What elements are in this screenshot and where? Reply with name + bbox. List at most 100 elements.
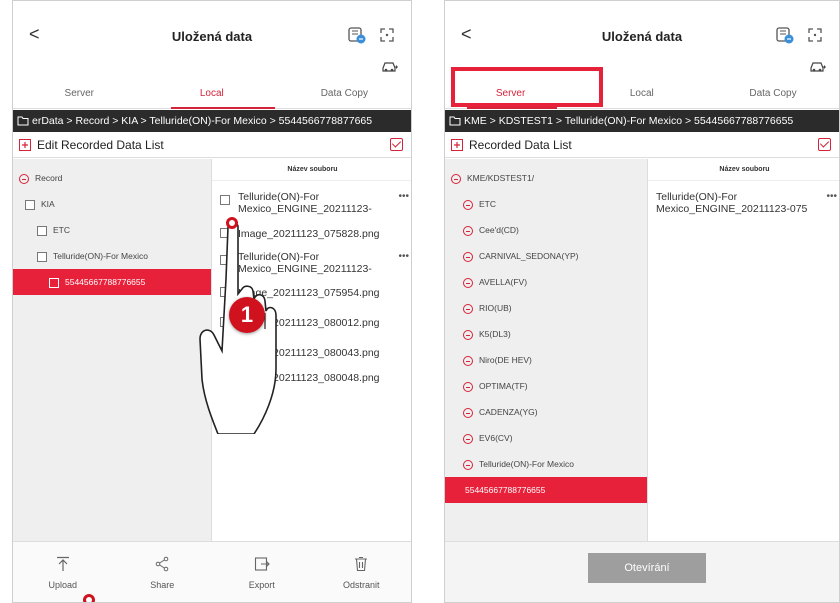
collapse-icon [463,381,473,392]
tree-item-label: Telluride(ON)-For Mexico [53,251,148,261]
breadcrumb: erData > Record > KIA > Telluride(ON)-Fo… [13,110,411,132]
tree-item-label: 55445667788776655 [65,277,146,287]
app-header: < Uložená data [13,1,411,72]
file-item[interactable]: Telluride(ON)-For Mexico_ENGINE_20211123… [212,191,411,215]
share-label: Share [150,580,175,590]
file-list-header: Název souboru [212,159,411,181]
tree-item-telluride[interactable]: Telluride(ON)-For Mexico [445,451,647,477]
tree-item-label: EV6(CV) [479,433,513,443]
tree-item[interactable]: ETC [445,191,647,217]
tree-item[interactable]: OPTIMA(TF) [445,373,647,399]
tab-local[interactable]: Local [146,81,279,107]
vehicle-icon[interactable] [381,59,399,73]
open-button[interactable]: Otevírání [588,553,706,583]
server-tab-highlight [451,67,603,107]
breadcrumb-path: KME > KDSTEST1 > Telluride(ON)-For Mexic… [464,115,794,127]
scan-settings-icon[interactable] [347,25,367,45]
delete-label: Odstranit [342,580,380,590]
more-icon[interactable]: ••• [398,191,409,203]
tree-item[interactable]: Cee'd(CD) [445,217,647,243]
more-icon[interactable]: ••• [826,191,837,203]
tree-item[interactable]: RIO(UB) [445,295,647,321]
tab-data-copy[interactable]: Data Copy [707,81,838,107]
tree-item-label: K5(DL3) [479,329,511,339]
export-icon [254,557,270,571]
tree-item-telluride[interactable]: Telluride(ON)-For Mexico [13,243,211,269]
storage-tabs: Server Local Data Copy [13,81,411,109]
checkbox[interactable] [49,277,59,288]
share-button[interactable]: Share [113,556,213,590]
select-all-checkbox[interactable] [818,138,831,151]
tree-item-vin[interactable]: 55445667788776655 [13,269,211,295]
trash-icon [355,556,368,572]
list-header: Recorded Data List [445,132,839,158]
active-tab-indicator [171,107,275,109]
action-bar: Upload Share Export Odstranit [13,541,412,602]
tree-item-record[interactable]: Record [13,165,211,191]
collapse-icon [463,277,473,288]
scan-settings-icon[interactable] [775,25,795,45]
export-label: Export [248,580,275,590]
tree-item-root[interactable]: KME/KDSTEST1/ [445,165,647,191]
tap-indicator [226,217,238,229]
checkbox[interactable] [37,225,47,236]
file-item[interactable]: Telluride(ON)-For Mexico_ENGINE_20211123… [648,191,839,215]
delete-button[interactable]: Odstranit [312,556,412,590]
tree-item[interactable]: K5(DL3) [445,321,647,347]
tree-item-label: 55445667788776655 [465,485,546,495]
tree-item[interactable]: CADENZA(YG) [445,399,647,425]
tree-item-label: OPTIMA(TF) [479,381,528,391]
folder-tree: Record KIA ETC Telluride(ON)-For Mexico … [13,159,211,541]
checkbox[interactable] [37,251,47,262]
active-tab-indicator [467,107,557,109]
tap-indicator [83,594,95,602]
collapse-icon [451,173,461,184]
tree-item[interactable]: AVELLA(FV) [445,269,647,295]
file-list-header: Název souboru [648,159,839,181]
file-list: Název souboru Telluride(ON)-For Mexico_E… [647,159,839,541]
checkbox[interactable] [25,199,35,210]
fullscreen-icon[interactable] [379,27,395,43]
upload-button[interactable]: Upload [13,556,113,590]
collapse-icon [463,407,473,418]
breadcrumb: KME > KDSTEST1 > Telluride(ON)-For Mexic… [445,110,839,132]
tree-item[interactable]: Niro(DE HEV) [445,347,647,373]
share-icon [155,556,169,572]
checkbox[interactable] [220,195,230,205]
tree-item-label: CARNIVAL_SEDONA(YP) [479,251,579,261]
collapse-icon [463,329,473,340]
collapse-icon [463,199,473,210]
tab-server[interactable]: Server [13,81,146,107]
step-badge: 1 [229,297,265,333]
app-header: < Uložená data [445,1,839,72]
export-button[interactable]: Export [212,556,312,590]
tree-item-vin[interactable]: 55445667788776655 [445,477,647,503]
left-screen: < Uložená data Server Local Data Copy er… [12,0,412,603]
more-icon[interactable]: ••• [398,251,409,263]
tree-item-label: RIO(UB) [479,303,512,313]
breadcrumb-path: erData > Record > KIA > Telluride(ON)-Fo… [32,115,373,127]
tree-item[interactable]: EV6(CV) [445,425,647,451]
fullscreen-icon[interactable] [807,27,823,43]
tree-item-label: Record [35,173,63,183]
tab-data-copy[interactable]: Data Copy [278,81,411,107]
collapse-icon [463,303,473,314]
tree-item-etc[interactable]: ETC [13,217,211,243]
tree-item-label: ETC [479,199,496,209]
upload-label: Upload [48,580,78,590]
tree-item-label: CADENZA(YG) [479,407,538,417]
collapse-icon [463,459,473,470]
collapse-icon [463,355,473,366]
tree-item-label: Cee'd(CD) [479,225,519,235]
collapse-icon [463,433,473,444]
vehicle-tree: KME/KDSTEST1/ ETC Cee'd(CD) CARNIVAL_SED… [445,159,647,541]
tree-item[interactable]: CARNIVAL_SEDONA(YP) [445,243,647,269]
list-title: Edit Recorded Data List [37,138,164,152]
upload-icon [56,556,69,571]
list-icon [451,139,463,151]
folder-icon [17,116,29,126]
select-all-checkbox[interactable] [390,138,403,151]
tree-item-kia[interactable]: KIA [13,191,211,217]
vehicle-icon[interactable] [809,59,827,73]
list-header: Edit Recorded Data List [13,132,411,158]
